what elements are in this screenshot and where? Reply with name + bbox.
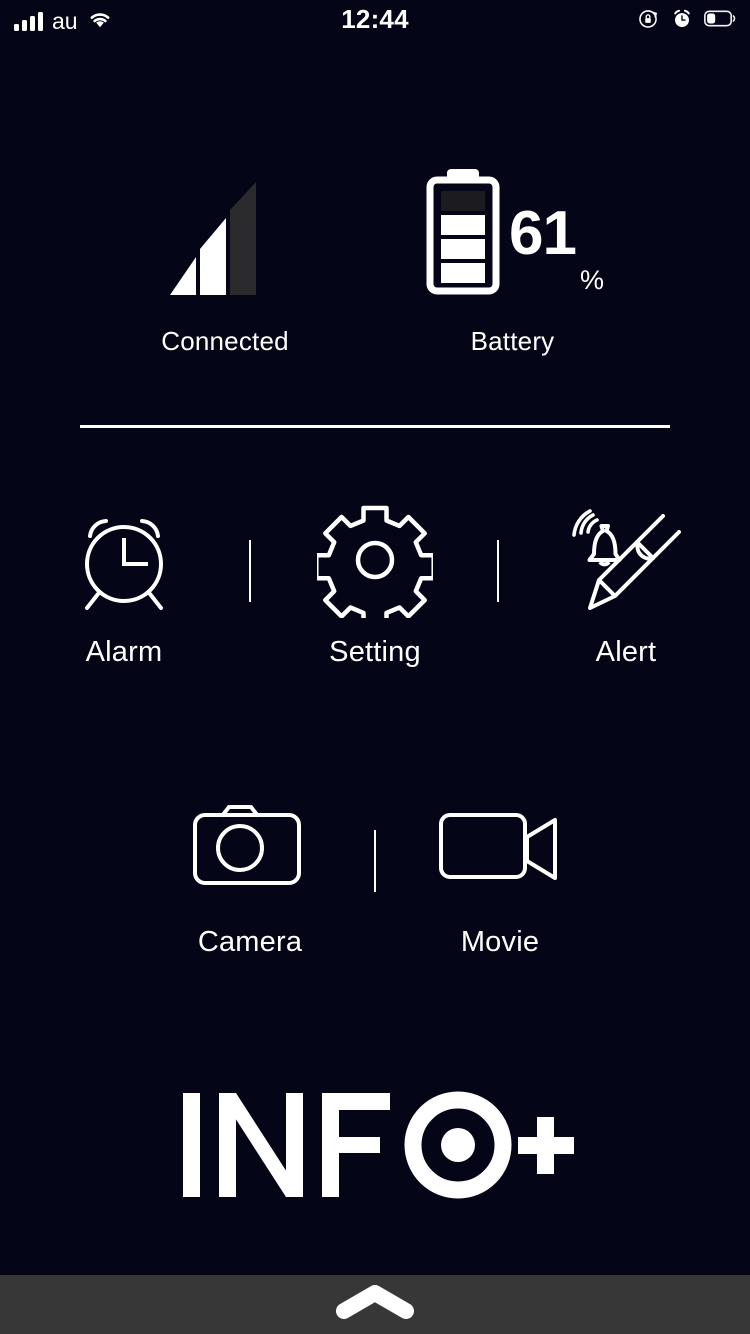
app-alert-label: Alert (595, 636, 657, 668)
battery-label: Battery (470, 326, 555, 356)
rotation-lock-icon (637, 7, 660, 35)
info-plus-logo: INFO+ (0, 1085, 750, 1205)
chevron-up-icon[interactable] (336, 1285, 414, 1324)
app-setting[interactable]: Setting (280, 500, 470, 669)
battery-icon (704, 10, 736, 32)
app-screen: au 12:44 Connected 61 % Battery Alarm Se… (0, 0, 750, 1334)
camera-icon (155, 790, 345, 910)
alarm-clock-icon (671, 8, 693, 35)
battery-percent-value: 61 (509, 198, 577, 268)
alarm-clock-icon (29, 500, 219, 620)
section-divider (80, 425, 670, 428)
signal-bars-icon (100, 150, 350, 300)
status-bar: au 12:44 (0, 0, 750, 44)
battery-percent-sign: % (579, 265, 604, 295)
app-setting-label: Setting (329, 636, 421, 668)
status-bar-right (637, 6, 736, 36)
bottom-drawer-bar[interactable] (0, 1275, 750, 1334)
app-divider-2 (497, 540, 499, 602)
app-alarm-label: Alarm (85, 636, 163, 668)
battery-cell-icon (421, 167, 505, 300)
connection-label: Connected (161, 326, 289, 356)
gear-icon (280, 500, 470, 620)
app-movie[interactable]: Movie (405, 790, 595, 959)
app-camera[interactable]: Camera (155, 790, 345, 959)
connection-widget[interactable]: Connected (100, 150, 350, 357)
bell-pen-icon (531, 500, 721, 620)
app-alert[interactable]: Alert (531, 500, 721, 669)
battery-widget[interactable]: 61 % Battery (375, 150, 650, 357)
app-alarm[interactable]: Alarm (29, 500, 219, 669)
app-divider-1 (249, 540, 251, 602)
video-camera-icon (405, 790, 595, 910)
app-movie-label: Movie (460, 926, 540, 958)
status-widgets: Connected 61 % Battery (0, 150, 750, 400)
app-camera-label: Camera (197, 926, 303, 958)
app-divider-3 (374, 830, 376, 892)
